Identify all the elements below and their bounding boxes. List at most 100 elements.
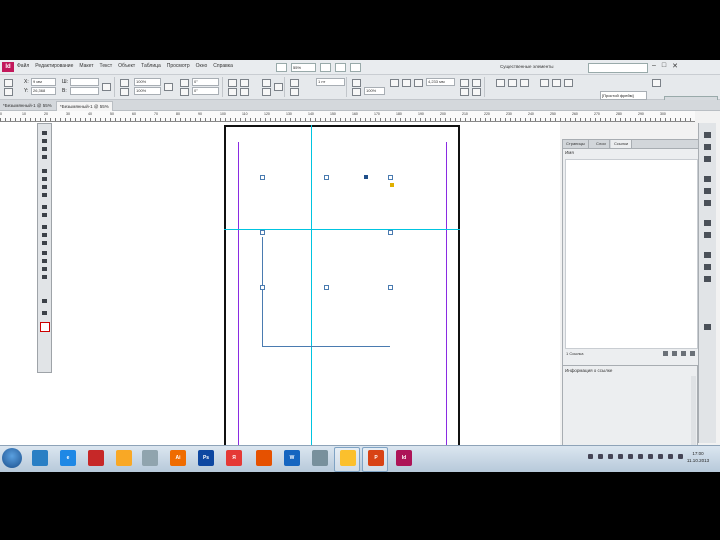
taskbar-tool-icon[interactable]	[312, 450, 328, 466]
eyedropper-tool-icon[interactable]	[41, 258, 48, 264]
update-link-icon[interactable]	[681, 351, 686, 356]
maximize-button[interactable]: □	[662, 62, 666, 70]
tab-pages[interactable]: Страницы	[563, 140, 589, 148]
height-field[interactable]	[70, 87, 99, 95]
taskbar-illustrator-icon[interactable]: Ai	[170, 450, 186, 466]
edit-original-icon[interactable]	[690, 351, 695, 356]
tray-icon[interactable]	[598, 454, 603, 459]
gradient-panel-icon[interactable]	[703, 231, 712, 239]
drop-shadow-icon[interactable]	[352, 88, 361, 96]
rotate-90-ccw-icon[interactable]	[240, 79, 249, 87]
align-left-icon[interactable]	[496, 79, 505, 87]
rotate-90-cw-icon[interactable]	[228, 79, 237, 87]
link-info-scrollbar[interactable]	[691, 376, 696, 446]
rectangle-tool-icon[interactable]	[41, 212, 48, 218]
close-button[interactable]: ✕	[672, 62, 678, 70]
tray-icon[interactable]	[588, 454, 593, 459]
stroke-swatch-icon[interactable]	[290, 88, 299, 96]
pencil-tool-icon[interactable]	[41, 192, 48, 198]
search-input[interactable]	[588, 63, 648, 73]
menu-layout[interactable]: Макет	[79, 63, 93, 69]
type-tool-icon[interactable]	[41, 168, 48, 174]
taskbar-powerpoint-icon[interactable]: P	[368, 450, 384, 466]
line-tool-icon[interactable]	[41, 176, 48, 182]
scale-y-field[interactable]: 100%	[134, 87, 161, 95]
view-options-button[interactable]	[320, 63, 331, 72]
taskbar-media-icon[interactable]	[116, 450, 132, 466]
hand-tool-icon[interactable]	[41, 266, 48, 272]
apply-none-icon[interactable]	[41, 310, 48, 316]
menu-view[interactable]: Просмотр	[167, 63, 190, 69]
width-field[interactable]	[70, 78, 99, 86]
x-field[interactable]: 9 мм	[31, 78, 56, 86]
frame-handle-top-center[interactable]	[324, 175, 329, 180]
tray-icon[interactable]	[668, 454, 673, 459]
links-column-name[interactable]: Имя	[565, 150, 574, 155]
tray-icon[interactable]	[638, 454, 643, 459]
align-middle-icon[interactable]	[552, 79, 561, 87]
tab-document-1[interactable]: *Безымянный-1 @ 55%	[0, 101, 55, 110]
y-field[interactable]: 26,368	[31, 87, 56, 95]
reference-point-icon[interactable]	[4, 79, 13, 87]
menu-file[interactable]: Файл	[17, 63, 29, 69]
free-transform-tool-icon[interactable]	[41, 232, 48, 238]
taskbar-photoshop-icon[interactable]: Ps	[198, 450, 214, 466]
frame-handle-middle-left[interactable]	[260, 230, 265, 235]
align-right-icon[interactable]	[520, 79, 529, 87]
layers-panel-icon[interactable]	[703, 143, 712, 151]
taskbar-indesign-icon[interactable]: Id	[396, 450, 412, 466]
tray-icon[interactable]	[648, 454, 653, 459]
live-corner-icon[interactable]	[390, 183, 394, 187]
offset-field[interactable]: 4,233 мм	[426, 78, 455, 86]
page-tool-icon[interactable]	[41, 146, 48, 152]
align-top-icon[interactable]	[540, 79, 549, 87]
effects-icon[interactable]	[352, 79, 361, 87]
text-wrap-icon[interactable]	[390, 79, 399, 87]
frame-handle-top-left[interactable]	[260, 175, 265, 180]
taskbar-explorer-icon[interactable]	[32, 450, 48, 466]
link-scale-icon[interactable]	[164, 83, 173, 91]
bridge-button[interactable]	[276, 63, 287, 72]
stroke-panel-icon[interactable]	[703, 175, 712, 183]
rotate-angle-field[interactable]: 0°	[192, 78, 219, 86]
select-next-icon[interactable]	[274, 83, 283, 91]
taskbar-app-red-icon[interactable]	[88, 450, 104, 466]
screen-mode-button[interactable]	[335, 63, 346, 72]
taskbar-yandex-icon[interactable]: Я	[226, 450, 242, 466]
tray-icon[interactable]	[628, 454, 633, 459]
margin-guide-left[interactable]	[238, 142, 239, 450]
menu-help[interactable]: Справка	[213, 63, 233, 69]
gap-tool-icon[interactable]	[41, 154, 48, 160]
flip-vertical-icon[interactable]	[240, 88, 249, 96]
frame-handle-top-right[interactable]	[388, 175, 393, 180]
tray-icon[interactable]	[608, 454, 613, 459]
zoom-tool-icon[interactable]	[41, 274, 48, 280]
swap-fill-stroke-icon[interactable]	[41, 298, 48, 304]
direct-selection-tool-icon[interactable]	[41, 138, 48, 144]
links-panel-icon[interactable]	[703, 155, 712, 163]
flip-horizontal-icon[interactable]	[228, 88, 237, 96]
menu-window[interactable]: Окно	[196, 63, 208, 69]
object-style-select[interactable]: [Простой фрейм]	[600, 91, 647, 100]
start-button[interactable]	[2, 448, 22, 468]
center-content-icon[interactable]	[472, 88, 481, 96]
text-wrap-panel-icon[interactable]	[703, 219, 712, 227]
pen-tool-icon[interactable]	[41, 184, 48, 190]
tray-icon[interactable]	[618, 454, 623, 459]
frame-handle-bottom-left[interactable]	[260, 285, 265, 290]
relink-icon[interactable]	[663, 351, 668, 356]
select-content-icon[interactable]	[262, 88, 271, 96]
links-list[interactable]	[565, 159, 698, 349]
taskbar-firefox-icon[interactable]	[256, 450, 272, 466]
paragraph-styles-panel-icon[interactable]	[703, 275, 712, 283]
clock[interactable]: 17:00 11.10.2013	[680, 450, 716, 464]
menu-edit[interactable]: Редактирование	[35, 63, 73, 69]
fill-swatch-icon[interactable]	[290, 79, 299, 87]
tray-icon[interactable]	[658, 454, 663, 459]
fit-content-icon[interactable]	[472, 79, 481, 87]
gradient-tool-icon[interactable]	[41, 240, 48, 246]
note-tool-icon[interactable]	[41, 250, 48, 256]
selection-tool-icon[interactable]	[41, 130, 48, 136]
scale-x-field[interactable]: 100%	[134, 78, 161, 86]
frame-handle-bottom-right[interactable]	[388, 285, 393, 290]
